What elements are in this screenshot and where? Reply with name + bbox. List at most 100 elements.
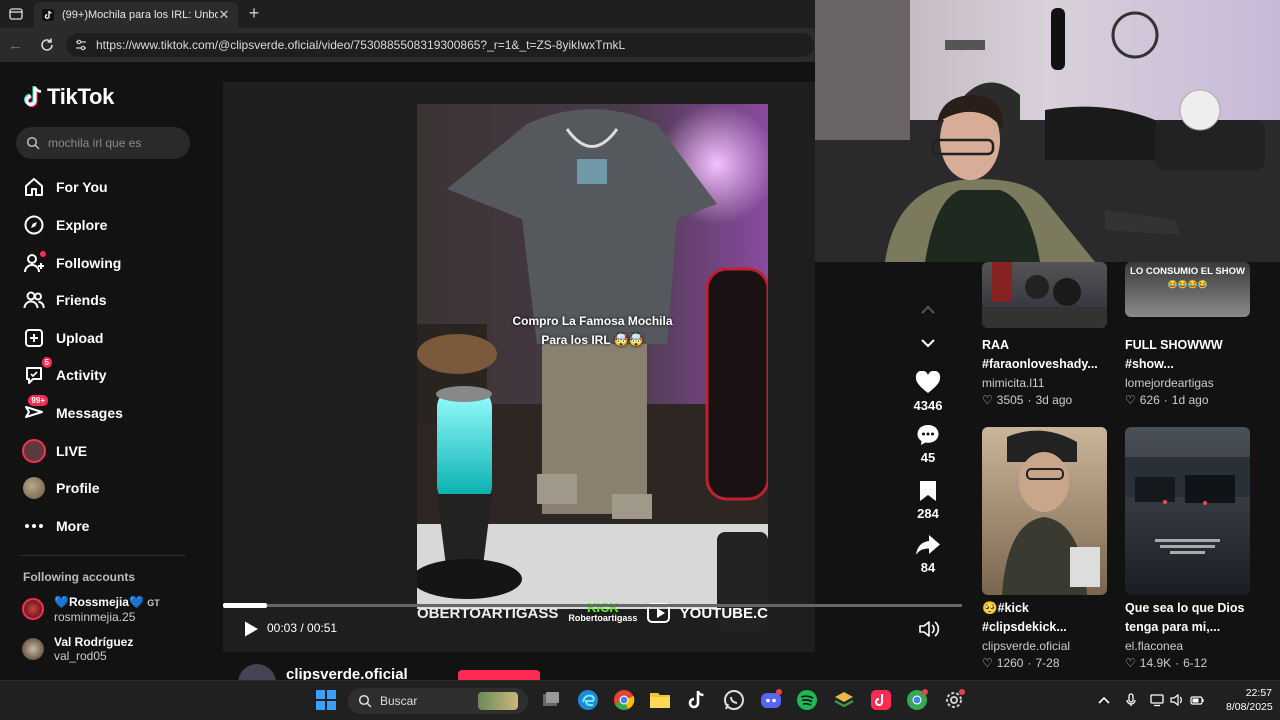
chrome-profile-icon[interactable] — [905, 688, 929, 712]
search-placeholder: mochila irl que es — [48, 136, 142, 150]
card-title-line-2: tenga para mi,... — [1125, 620, 1221, 634]
clock-date: 8/08/2025 — [1226, 701, 1273, 713]
webcam-overlay — [815, 0, 1280, 262]
tiktok-logo[interactable]: TikTok — [22, 82, 114, 112]
sidebar-item-explore[interactable]: Explore — [22, 210, 107, 240]
discord-icon[interactable] — [759, 688, 783, 712]
caption-line-2: Para los IRL 🤯🤯 — [541, 333, 644, 347]
sidebar-item-activity[interactable]: 5 Activity — [22, 357, 107, 390]
whatsapp-icon[interactable] — [722, 688, 746, 712]
speaker-icon[interactable] — [1170, 693, 1184, 707]
sidebar-item-label: Upload — [56, 330, 104, 346]
task-view-icon[interactable] — [539, 688, 563, 712]
sidebar-item-friends[interactable]: Friends — [22, 285, 107, 315]
search-icon — [26, 136, 40, 150]
edge-browser-icon[interactable] — [576, 688, 600, 712]
chrome-icon[interactable] — [612, 688, 636, 712]
video-thumbnail[interactable] — [982, 427, 1107, 595]
spotify-icon[interactable] — [795, 688, 819, 712]
next-video-icon[interactable] — [918, 335, 938, 351]
file-explorer-icon[interactable] — [648, 688, 672, 712]
video-scene — [417, 104, 768, 651]
video-thumbnail[interactable]: LO CONSUMIO EL SHOW 😂😂😂😂 — [1125, 262, 1250, 317]
save-button[interactable]: 284 — [906, 478, 950, 521]
messages-badge: 99+ — [28, 395, 48, 406]
sidebar-item-messages[interactable]: 99+ Messages — [22, 395, 123, 428]
following-account-item[interactable]: 💙Rossmejia💙 GT rosminmejia.25 — [22, 593, 160, 625]
reload-icon[interactable] — [38, 36, 56, 54]
like-button[interactable]: 4346 — [906, 370, 950, 413]
account-name: Val Rodríguez — [54, 635, 134, 649]
video-frame[interactable] — [417, 104, 768, 651]
stack-app-icon[interactable] — [832, 688, 856, 712]
sidebar-item-more[interactable]: More — [22, 511, 89, 541]
sidebar-item-profile[interactable]: Profile — [22, 473, 100, 503]
related-video-card[interactable]: Que sea lo que Dios tenga para mi,... el.… — [1125, 427, 1250, 670]
sidebar-item-label: Following — [56, 255, 122, 271]
comment-button[interactable]: 45 — [906, 422, 950, 465]
network-icon[interactable] — [1150, 693, 1164, 707]
video-thumbnail[interactable] — [982, 262, 1107, 328]
play-icon[interactable] — [242, 620, 260, 638]
video-progress-track[interactable] — [223, 604, 962, 607]
friends-icon — [22, 288, 46, 312]
share-button[interactable]: 84 — [906, 532, 950, 575]
video-time: 00:03 / 00:51 — [267, 621, 338, 635]
settings-gear-icon[interactable] — [942, 688, 966, 712]
sidebar-item-following[interactable]: Following — [22, 248, 121, 278]
taskbar-clock[interactable]: 22:57 8/08/2025 — [1226, 686, 1273, 714]
activity-badge: 5 — [41, 357, 52, 368]
tiktok-app-icon[interactable] — [685, 688, 709, 712]
search-input[interactable]: mochila irl que es — [16, 127, 190, 159]
heart-outline-icon: ♡ — [1125, 393, 1136, 407]
related-video-card[interactable]: LO CONSUMIO EL SHOW 😂😂😂😂 FULL SHOWWW #sho… — [1125, 262, 1250, 407]
heart-outline-icon: ♡ — [982, 656, 993, 670]
account-name: 💙Rossmejia💙 — [54, 594, 144, 609]
heart-icon — [906, 370, 950, 396]
card-username[interactable]: el.flaconea — [1125, 639, 1250, 653]
microphone-icon[interactable] — [1124, 693, 1138, 707]
close-tab-icon[interactable]: ✕ — [218, 7, 230, 23]
search-icon — [358, 694, 372, 708]
sidebar-item-for-you[interactable]: For You — [22, 172, 108, 202]
related-video-card[interactable]: 🥺#kick #clipsdekick... clipsverde.oficial… — [982, 427, 1107, 670]
comment-icon — [906, 422, 950, 448]
taskbar-search-input[interactable]: Buscar — [348, 688, 528, 714]
window-menu-icon[interactable] — [8, 6, 24, 22]
capcut-icon[interactable] — [869, 688, 893, 712]
back-arrow-icon[interactable]: ← — [8, 37, 24, 54]
card-username[interactable]: mimicita.l11 — [982, 376, 1107, 390]
avatar — [22, 638, 44, 660]
sidebar-item-live[interactable]: LIVE — [22, 436, 87, 466]
battery-icon[interactable] — [1190, 693, 1204, 707]
browser-tab[interactable]: (99+)Mochila para los IRL: Unbox ✕ — [34, 2, 238, 28]
card-age: 7-28 — [1035, 656, 1060, 670]
like-count: 4346 — [913, 398, 943, 413]
tiktok-favicon-icon — [42, 9, 54, 21]
thumbnail-text: LO CONSUMIO EL SHOW — [1130, 266, 1245, 277]
card-username[interactable]: lomejordeartigas — [1125, 376, 1250, 390]
activity-icon: 5 — [22, 357, 52, 387]
site-settings-icon[interactable] — [74, 38, 88, 52]
address-bar[interactable]: https://www.tiktok.com/@clipsverde.ofici… — [66, 33, 814, 57]
sidebar-item-label: Friends — [56, 292, 107, 308]
share-count: 84 — [920, 560, 936, 575]
card-title-line-1: Que sea lo que Dios — [1125, 601, 1245, 615]
video-progress-fill[interactable] — [223, 603, 267, 608]
video-thumbnail[interactable] — [1125, 427, 1250, 595]
heart-outline-icon: ♡ — [1125, 656, 1136, 670]
new-tab-button[interactable]: + — [244, 4, 264, 24]
windows-start-icon[interactable] — [314, 688, 338, 712]
logo-text: TikTok — [47, 84, 115, 109]
card-username[interactable]: clipsverde.oficial — [982, 639, 1107, 653]
following-accounts-title: Following accounts — [23, 570, 136, 584]
volume-icon[interactable] — [918, 620, 940, 638]
card-age: 3d ago — [1035, 393, 1073, 407]
comment-count: 45 — [920, 450, 936, 465]
related-video-card[interactable]: RAA #faraonloveshady... mimicita.l11 ♡ 350… — [982, 262, 1107, 407]
sidebar-item-upload[interactable]: Upload — [22, 323, 103, 353]
tray-overflow-chevron-icon[interactable] — [1097, 693, 1111, 707]
following-account-item[interactable]: Val Rodríguez val_rod05 — [22, 633, 133, 665]
compass-icon — [22, 213, 46, 237]
previous-video-icon[interactable] — [918, 302, 938, 318]
